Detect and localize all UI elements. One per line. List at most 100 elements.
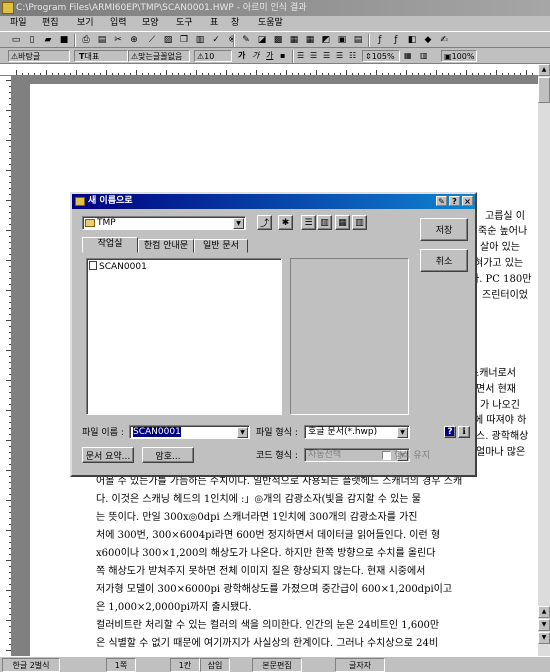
- scroll-up-icon[interactable]: ▲: [538, 64, 550, 76]
- copy-icon[interactable]: ❐: [177, 34, 191, 47]
- image-icon[interactable]: ▨: [161, 34, 175, 47]
- zoom-select[interactable]: ▣100%: [441, 50, 477, 62]
- bold-button[interactable]: 가: [238, 50, 245, 62]
- menu-table[interactable]: 표: [210, 16, 218, 31]
- filetype-select[interactable]: 호글 문서(*.hwp) ▼: [304, 425, 410, 439]
- up-folder-button[interactable]: ⤴: [257, 215, 272, 230]
- tab-workroom[interactable]: 작업실: [82, 237, 138, 253]
- keep-format-checkbox[interactable]: [382, 451, 391, 460]
- chart-icon[interactable]: ▥: [193, 34, 207, 47]
- ruler-tick: [9, 122, 11, 123]
- grid-icon[interactable]: ▦: [404, 50, 412, 62]
- pen-icon[interactable]: ✎: [239, 34, 253, 47]
- shape-icon[interactable]: ◩: [319, 34, 333, 47]
- align-right-icon[interactable]: ☰: [336, 50, 343, 62]
- align-justify-icon[interactable]: ☰: [297, 50, 304, 62]
- list-item[interactable]: SCAN0001: [89, 261, 279, 273]
- save-button[interactable]: 저장: [420, 218, 468, 241]
- scroll-thumb[interactable]: [538, 77, 550, 103]
- font-category-select[interactable]: T대표: [74, 50, 128, 62]
- menu-edit[interactable]: 편집: [42, 16, 59, 31]
- function2-icon[interactable]: ƒ: [389, 34, 403, 47]
- password-button[interactable]: 암호...: [142, 447, 194, 463]
- keep-format-label: 형식 유지: [394, 451, 430, 461]
- menu-tools[interactable]: 도구: [176, 16, 193, 31]
- table-icon[interactable]: ▦: [303, 34, 317, 47]
- ruler-tick: [22, 73, 23, 75]
- font-name-select[interactable]: ⚠맞는글꼴없음: [128, 50, 190, 62]
- spelling-icon[interactable]: ✓: [209, 34, 223, 47]
- save-disk-icon[interactable]: ■: [57, 34, 71, 47]
- function1-icon[interactable]: ƒ: [373, 34, 387, 47]
- tab-general-documents[interactable]: 일반 문서: [194, 239, 248, 253]
- dialog-help-icon[interactable]: ?: [449, 196, 460, 206]
- print-icon[interactable]: ⎙: [79, 34, 93, 47]
- codetype-label: 코드 형식 :: [256, 451, 298, 461]
- chevron-down-icon[interactable]: ▼: [233, 218, 244, 229]
- detail-view-button[interactable]: ▥: [317, 215, 332, 230]
- cancel-button[interactable]: 취소: [420, 249, 468, 272]
- menu-view[interactable]: 보기: [77, 16, 94, 31]
- vertical-scrollbar[interactable]: ▲ ▲ ▼ ▼: [538, 64, 550, 656]
- ruler-tick: [9, 194, 11, 195]
- status-input-mode[interactable]: 한글 2벌식: [2, 658, 60, 672]
- document-summary-button[interactable]: 문서 요약...: [82, 447, 134, 463]
- new-template-icon[interactable]: ▯: [25, 34, 39, 47]
- dialog-close-icon[interactable]: ×: [462, 196, 473, 206]
- line-spacing-select[interactable]: ⇕105%: [362, 50, 400, 62]
- menu-window[interactable]: 창: [231, 16, 239, 31]
- filename-label: 파일 이름 :: [82, 428, 124, 438]
- folder-select[interactable]: TMP ▼: [82, 216, 246, 230]
- align-left-icon[interactable]: ☰: [310, 50, 317, 62]
- open-folder-icon[interactable]: ▰: [41, 34, 55, 47]
- preview-view-button[interactable]: ▦: [335, 215, 350, 230]
- draw-line-icon[interactable]: ⟋: [145, 34, 159, 47]
- new-folder-button[interactable]: ✱: [278, 215, 293, 230]
- chevron-down-icon[interactable]: ▼: [397, 427, 408, 438]
- cut-icon[interactable]: ✂: [111, 34, 125, 47]
- paint-icon[interactable]: ◪: [255, 34, 269, 47]
- memo-icon[interactable]: ▣: [335, 34, 349, 47]
- filename-input[interactable]: SCAN0001 ▼: [129, 425, 250, 439]
- status-insert-mode[interactable]: 삽입: [200, 658, 230, 672]
- help-button[interactable]: ?: [444, 426, 456, 438]
- columns-icon[interactable]: ▥: [420, 50, 428, 62]
- align-center-icon[interactable]: ☰: [323, 50, 330, 62]
- menu-insert[interactable]: 입력: [110, 16, 127, 31]
- macro-icon[interactable]: ◧: [405, 34, 419, 47]
- zoom-icon[interactable]: ⊕: [127, 34, 141, 47]
- horizontal-ruler[interactable]: [0, 64, 538, 76]
- scroll-down-icon[interactable]: ▼: [538, 632, 550, 644]
- scroll-page-down-icon[interactable]: ▼: [538, 619, 550, 631]
- char-shape-icon[interactable]: ▪: [280, 50, 285, 62]
- menu-file[interactable]: 파일: [10, 16, 27, 31]
- italic-button[interactable]: 가: [252, 50, 259, 62]
- ruler-tick: [9, 224, 11, 225]
- distribute-icon[interactable]: ☷: [349, 50, 356, 62]
- help-icon[interactable]: ◆: [421, 34, 435, 47]
- pointer-icon[interactable]: ✍: [437, 34, 451, 47]
- menu-help[interactable]: 도움말: [258, 16, 283, 31]
- ruler-tick: [256, 70, 257, 75]
- layout-icon[interactable]: ▤: [351, 34, 365, 47]
- vertical-ruler[interactable]: [0, 76, 12, 656]
- info-button[interactable]: ℹ: [458, 426, 470, 438]
- highlight-icon[interactable]: ▩: [271, 34, 285, 47]
- style-select[interactable]: ⚠바탕글: [8, 50, 70, 62]
- font-size-select[interactable]: ⚠10: [194, 50, 232, 62]
- file-list[interactable]: SCAN0001: [86, 258, 282, 415]
- print-preview-icon[interactable]: ▤: [95, 34, 109, 47]
- symbol-icon[interactable]: ※: [225, 34, 239, 47]
- new-document-icon[interactable]: ▭: [9, 34, 23, 47]
- scroll-page-up-icon[interactable]: ▲: [538, 606, 550, 618]
- dialog-pen-icon[interactable]: ✎: [436, 196, 447, 206]
- ruler-tick: [9, 146, 11, 147]
- dictionary-icon[interactable]: ▦: [287, 34, 301, 47]
- tab-hancom-guide[interactable]: 한컴 안내문: [138, 239, 194, 253]
- thumbnail-view-button[interactable]: ▥: [352, 215, 367, 230]
- chevron-down-icon[interactable]: ▼: [237, 427, 248, 438]
- underline-button[interactable]: 가: [266, 50, 273, 62]
- menu-format[interactable]: 모양: [142, 16, 159, 31]
- list-view-button[interactable]: ☰: [301, 215, 316, 230]
- ruler-tick: [9, 296, 11, 297]
